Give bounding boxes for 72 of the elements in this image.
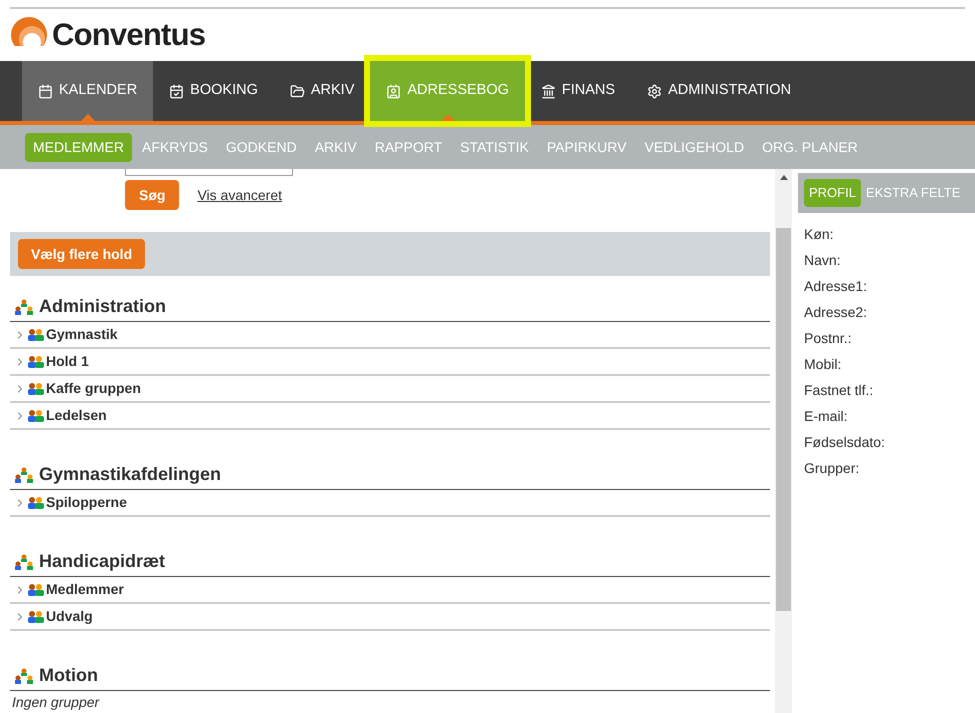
org-chart-icon [14,466,34,482]
group-name: Gymnastik [46,325,118,344]
field-label: Fastnet tlf.: [804,381,874,400]
sub-nav-tab[interactable]: RAPPORT [366,132,450,162]
nav-icon [386,84,402,98]
org-chart-icon [14,298,34,314]
nav-icon [540,84,556,98]
select-teams-button[interactable]: Vælg flere hold [18,239,146,269]
group-row[interactable]: Udvalg [10,604,770,631]
nav-icon [38,84,53,98]
group-name: Ledelsen [46,406,107,425]
group-row[interactable]: Hold 1 [10,349,770,376]
field-label: Navn: [804,251,842,270]
nav-tab[interactable]: BOOKING [153,61,274,121]
group-name: Spilopperne [46,493,127,512]
department-heading: Handicapidræt [39,550,166,573]
nav-icon [647,84,662,98]
group-row[interactable]: Medlemmer [10,577,770,604]
field-label: Postnr.: [804,329,852,348]
sub-nav-tab[interactable]: ORG. PLANER [754,132,866,162]
group-row[interactable]: Ledelsen [10,403,770,430]
people-icon [27,583,45,596]
empty-message: Ingen grupper [12,693,100,712]
nav-icon [290,84,305,98]
department-heading: Administration [39,295,166,318]
sub-nav-tab[interactable]: AFKRYDS [134,132,216,162]
group-name: Kaffe gruppen [46,379,141,398]
group-name: Medlemmer [46,580,124,599]
field-label: E-mail: [804,407,849,426]
group-name: Hold 1 [46,352,89,371]
org-chart-icon [14,668,34,684]
sub-nav-tab[interactable]: MEDLEMMER [25,132,132,162]
people-icon [27,610,45,623]
scroll-up-icon [780,175,788,180]
sub-nav-tab[interactable]: PAPIRKURV [538,132,634,162]
scrollbar-thumb[interactable] [776,228,791,611]
nav-tab[interactable]: ADRESSEBOG [370,61,525,121]
group-row[interactable]: Kaffe gruppen [10,376,770,403]
nav-tab[interactable]: FINANS [524,61,632,121]
nav-icon [169,84,184,98]
people-icon [27,328,45,341]
org-chart-icon [14,554,34,570]
field-label: Grupper: [804,459,860,478]
profile-tab[interactable]: PROFIL [804,179,861,207]
people-icon [27,496,45,509]
logo-icon [10,16,48,54]
group-name: Udvalg [46,607,93,626]
sub-nav-tab[interactable]: STATISTIK [452,132,537,162]
people-icon [27,382,45,395]
logo-text: Conventus [52,16,206,54]
profile-tab[interactable]: EKSTRA FELTE [860,179,966,207]
field-label: Adresse1: [804,277,868,296]
field-label: Mobil: [804,355,842,374]
field-label: Fødselsdato: [804,433,886,452]
field-label: Adresse2: [804,303,868,322]
advanced-search-link[interactable]: Vis avanceret [197,184,282,206]
sub-nav-tab[interactable]: VEDLIGEHOLD [636,132,752,162]
department-heading: Gymnastikafdelingen [39,463,222,486]
nav-tab[interactable]: ARKIV [274,61,370,121]
group-row[interactable]: Spilopperne [10,490,770,517]
field-label: Køn: [804,225,835,244]
people-icon [27,355,45,368]
nav-tab[interactable]: KALENDER [22,61,154,121]
nav-tab[interactable]: ADMINISTRATION [631,61,808,121]
department-heading: Motion [39,664,98,687]
scrollbar[interactable] [775,169,792,713]
sub-nav-tab[interactable]: GODKEND [218,132,305,162]
people-icon [27,409,45,422]
search-field[interactable] [125,169,293,176]
group-row[interactable]: Gymnastik [10,322,770,349]
search-button[interactable]: Søg [125,180,180,210]
sub-nav-tab[interactable]: ARKIV [306,132,365,162]
